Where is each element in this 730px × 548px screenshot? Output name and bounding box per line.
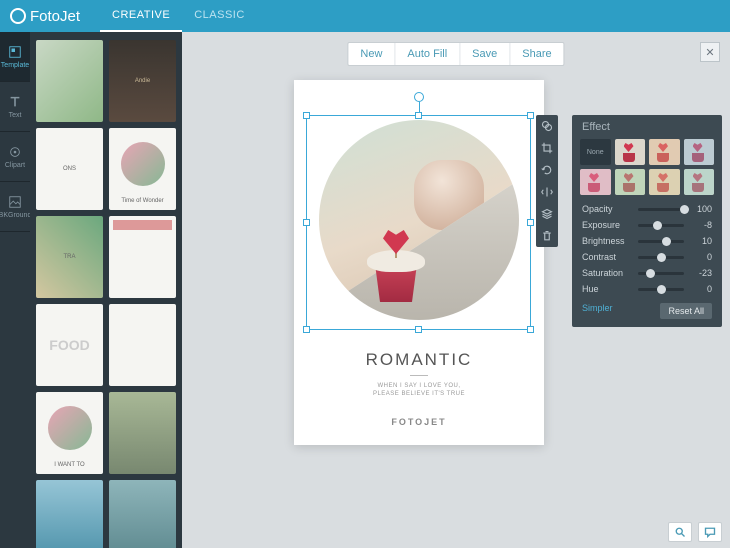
slider-opacity[interactable]: Opacity100 [572,201,722,217]
save-button[interactable]: Save [460,43,510,65]
top-bar: FotoJet CREATIVE CLASSIC [0,0,730,32]
resize-handle[interactable] [303,326,310,333]
template-thumb[interactable] [109,216,176,298]
object-toolbar [536,115,558,247]
resize-handle[interactable] [527,326,534,333]
slider-knob[interactable] [680,205,689,214]
zoom-icon[interactable] [668,522,692,542]
feedback-icon[interactable] [698,522,722,542]
effect-preset[interactable] [649,139,680,165]
app-name: FotoJet [30,8,80,25]
effect-preset[interactable] [615,139,646,165]
poster-title[interactable]: ROMANTIC [294,350,544,370]
tool-clipart[interactable]: Clipart [0,132,30,182]
template-thumb[interactable] [109,392,176,474]
selection-box[interactable] [306,115,531,330]
slider-track[interactable] [638,240,684,243]
resize-handle[interactable] [303,219,310,226]
template-thumb[interactable] [36,480,103,548]
close-button[interactable]: ✕ [700,42,720,62]
slider-knob[interactable] [657,253,666,262]
crop-icon[interactable] [536,137,558,159]
slider-exposure[interactable]: Exposure-8 [572,217,722,233]
template-thumb[interactable]: I WANT TO [36,392,103,474]
tool-template[interactable]: Template [0,32,30,82]
resize-handle[interactable] [415,112,422,119]
resize-handle[interactable] [527,112,534,119]
rotate-icon[interactable] [536,159,558,181]
resize-handle[interactable] [303,112,310,119]
footer-icons [668,522,722,542]
app-logo[interactable]: FotoJet [10,8,80,25]
slider-track[interactable] [638,288,684,291]
effect-panel-title: Effect [572,115,722,139]
effect-none[interactable]: None [580,139,611,165]
slider-track[interactable] [638,256,684,259]
effects-icon[interactable] [536,115,558,137]
effect-preset[interactable] [615,169,646,195]
poster-brand[interactable]: FOTOJET [294,417,544,427]
template-thumb[interactable]: Time of Wonder [109,128,176,210]
effect-preset[interactable] [684,169,715,195]
template-thumb[interactable] [109,304,176,386]
slider-knob[interactable] [662,237,671,246]
template-thumb[interactable] [109,480,176,548]
action-bar: New Auto Fill Save Share [347,42,564,66]
slider-knob[interactable] [646,269,655,278]
slider-contrast[interactable]: Contrast0 [572,249,722,265]
slider-track[interactable] [638,224,684,227]
effect-panel: Effect None Opacity100Exposure-8Brightne… [572,115,722,327]
divider [410,375,428,376]
slider-saturation[interactable]: Saturation-23 [572,265,722,281]
template-panel[interactable]: Andie ONS Time of Wonder TRA FOOD I WANT… [30,32,182,548]
tab-creative[interactable]: CREATIVE [100,0,182,32]
rotate-handle[interactable] [414,92,424,102]
share-button[interactable]: Share [510,43,563,65]
template-thumb[interactable]: TRA [36,216,103,298]
effect-preset[interactable] [649,169,680,195]
tool-tabs: Template Text Clipart BKGround [0,32,30,548]
resize-handle[interactable] [527,219,534,226]
effect-preset[interactable] [684,139,715,165]
mode-tabs: CREATIVE CLASSIC [100,0,257,32]
resize-handle[interactable] [415,326,422,333]
simpler-toggle[interactable]: Simpler [582,303,613,319]
tool-bkground[interactable]: BKGround [0,182,30,232]
new-button[interactable]: New [348,43,395,65]
tool-text[interactable]: Text [0,82,30,132]
template-thumb[interactable]: Andie [109,40,176,122]
slider-brightness[interactable]: Brightness10 [572,233,722,249]
slider-knob[interactable] [653,221,662,230]
reset-all-button[interactable]: Reset All [660,303,712,319]
effect-preset[interactable] [580,169,611,195]
slider-track[interactable] [638,208,684,211]
template-thumb[interactable]: ONS [36,128,103,210]
poster-subtitle[interactable]: WHEN I SAY I LOVE YOU,PLEASE BELIEVE IT'… [294,382,544,399]
effect-presets: None [572,139,722,201]
delete-icon[interactable] [536,225,558,247]
autofill-button[interactable]: Auto Fill [395,43,460,65]
template-thumb[interactable]: FOOD [36,304,103,386]
tab-classic[interactable]: CLASSIC [182,0,257,32]
slider-hue[interactable]: Hue0 [572,281,722,297]
canvas-area[interactable]: New Auto Fill Save Share ✕ ROMANTIC WHEN… [182,32,730,548]
layer-icon[interactable] [536,203,558,225]
slider-track[interactable] [638,272,684,275]
flip-icon[interactable] [536,181,558,203]
slider-knob[interactable] [657,285,666,294]
template-thumb[interactable] [36,40,103,122]
logo-icon [10,8,26,24]
